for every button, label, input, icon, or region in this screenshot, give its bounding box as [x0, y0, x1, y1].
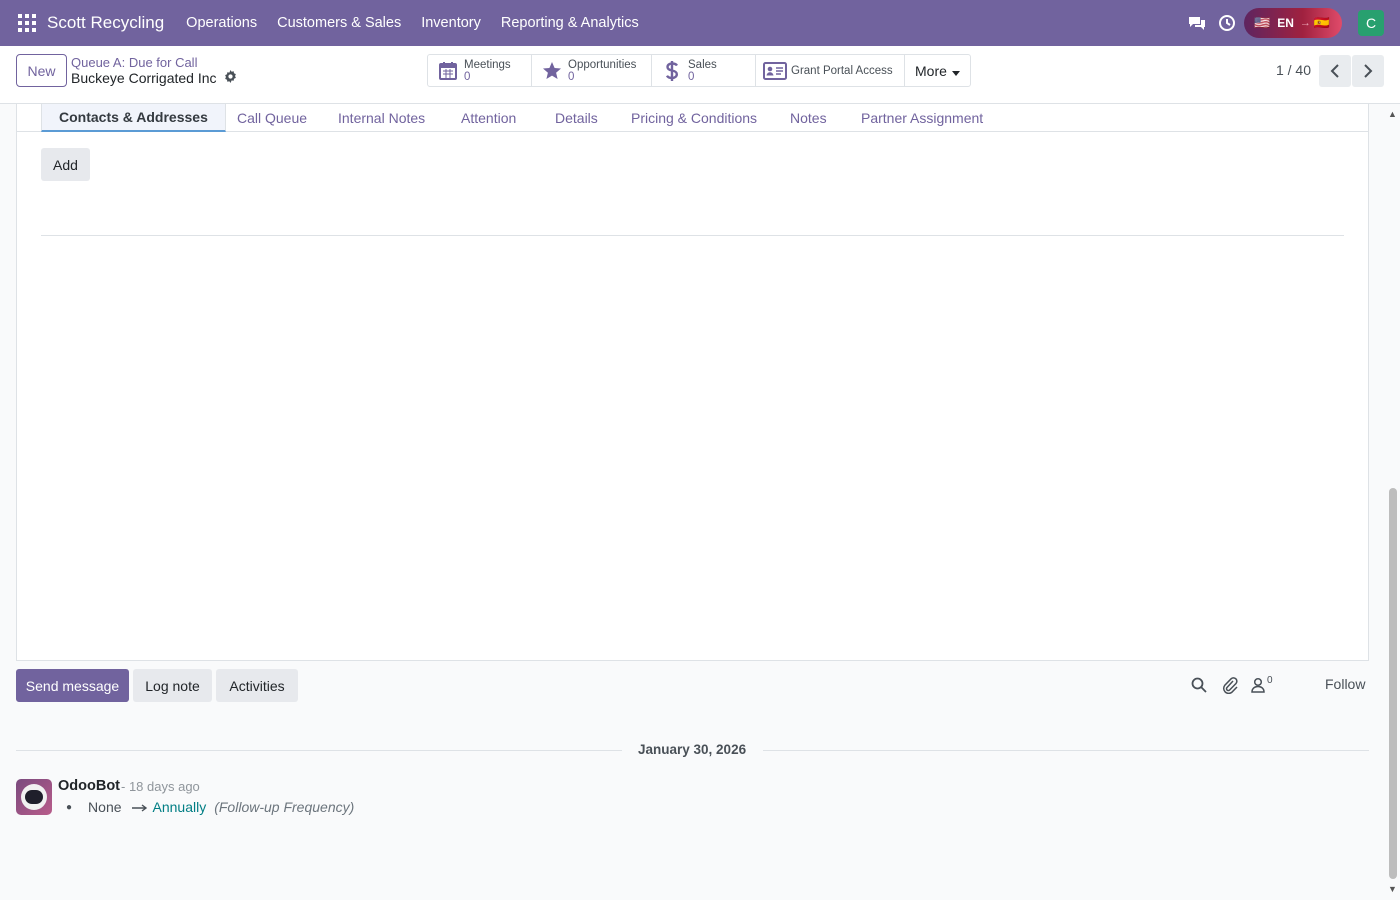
- language-switcher[interactable]: 🇺🇸 EN → 🇪🇸: [1244, 8, 1342, 38]
- sales-count: 0: [688, 70, 695, 83]
- form-sheet: Contacts & Addresses Call Queue Internal…: [16, 104, 1369, 661]
- follower-count: 0: [1267, 674, 1273, 686]
- sales-label: Sales: [688, 58, 717, 71]
- menu-customers-sales[interactable]: Customers & Sales: [267, 15, 411, 31]
- long-arrow-right-icon: [131, 799, 148, 815]
- record-name: Buckeye Corrigated Inc: [71, 70, 217, 86]
- id-card-icon: [763, 61, 787, 81]
- user-avatar[interactable]: C: [1358, 10, 1384, 36]
- menu-inventory[interactable]: Inventory: [411, 15, 491, 31]
- message-time: - 18 days ago: [121, 779, 200, 794]
- dollar-icon: [662, 60, 682, 81]
- meetings-count: 0: [464, 70, 471, 83]
- gear-icon[interactable]: [224, 70, 237, 86]
- new-button[interactable]: New: [16, 54, 67, 87]
- tab-pricing-conditions[interactable]: Pricing & Conditions: [631, 104, 757, 132]
- tab-internal-notes[interactable]: Internal Notes: [338, 104, 425, 132]
- send-message-button[interactable]: Send message: [16, 669, 129, 702]
- old-value: None: [88, 799, 122, 815]
- pager-next-button[interactable]: [1352, 55, 1384, 87]
- tracking-value: ● None Annually (Follow-up Frequency): [66, 799, 354, 815]
- smart-buttons: Meetings 0 Opportunities 0 Sales 0 Grant Po…: [427, 54, 971, 87]
- grant-portal-access-label: Grant Portal Access: [791, 64, 893, 77]
- chevron-right-icon: [1364, 64, 1373, 78]
- opportunities-smart-button[interactable]: Opportunities 0: [532, 55, 652, 86]
- notebook-tabs: Contacts & Addresses Call Queue Internal…: [17, 104, 1368, 132]
- opportunities-label: Opportunities: [568, 58, 637, 71]
- date-separator-left: [16, 750, 622, 751]
- sales-smart-button[interactable]: Sales 0: [652, 55, 756, 86]
- control-panel: New Queue A: Due for Call Buckeye Corrig…: [0, 46, 1400, 104]
- messaging-icon[interactable]: [1182, 0, 1212, 46]
- us-flag-icon: 🇺🇸: [1254, 15, 1271, 30]
- chevron-left-icon: [1330, 64, 1339, 78]
- new-value: Annually: [152, 799, 207, 815]
- top-navbar: Scott Recycling Operations Customers & S…: [0, 0, 1400, 46]
- tab-call-queue[interactable]: Call Queue: [237, 104, 307, 132]
- follow-button[interactable]: Follow: [1325, 676, 1365, 692]
- followers-button[interactable]: 0: [1251, 674, 1273, 696]
- pager-previous-button[interactable]: [1319, 55, 1351, 87]
- scrollbar-thumb[interactable]: [1389, 488, 1397, 879]
- user-icon: [1251, 677, 1265, 693]
- arrow-right-icon: →: [1299, 17, 1311, 29]
- tab-partner-assignment[interactable]: Partner Assignment: [861, 104, 983, 132]
- brand-name[interactable]: Scott Recycling: [47, 13, 164, 33]
- calendar-icon: [438, 61, 458, 81]
- paperclip-icon[interactable]: [1222, 674, 1238, 696]
- tab-attention[interactable]: Attention: [461, 104, 516, 132]
- more-label: More: [915, 62, 947, 79]
- date-separator-right: [763, 750, 1369, 751]
- menu-operations[interactable]: Operations: [176, 15, 267, 31]
- opportunities-count: 0: [568, 70, 575, 83]
- activities-button[interactable]: Activities: [216, 669, 298, 702]
- spain-flag-icon: 🇪🇸: [1313, 15, 1331, 30]
- tab-contacts-addresses[interactable]: Contacts & Addresses: [41, 104, 226, 132]
- meetings-label: Meetings: [464, 58, 511, 71]
- odoobot-avatar[interactable]: [16, 779, 52, 815]
- caret-down-icon: [951, 63, 960, 79]
- tab-details[interactable]: Details: [555, 104, 598, 132]
- message-author[interactable]: OdooBot: [58, 778, 120, 794]
- star-icon: [542, 61, 562, 81]
- search-icon[interactable]: [1191, 674, 1207, 696]
- apps-grid-icon[interactable]: [18, 14, 36, 32]
- grant-portal-access-button[interactable]: Grant Portal Access: [756, 55, 905, 86]
- language-code: EN: [1277, 16, 1294, 30]
- meetings-smart-button[interactable]: Meetings 0: [428, 55, 532, 86]
- breadcrumb-parent[interactable]: Queue A: Due for Call: [71, 55, 197, 70]
- bullet-icon: ●: [66, 801, 73, 813]
- date-separator: January 30, 2026: [638, 742, 747, 757]
- more-dropdown[interactable]: More: [905, 55, 970, 86]
- tracked-field-name: (Follow-up Frequency): [214, 799, 355, 815]
- breadcrumb-current: Buckeye Corrigated Inc: [71, 70, 237, 86]
- scroll-up-arrow-icon[interactable]: ▲: [1388, 109, 1397, 119]
- activity-clock-icon[interactable]: [1212, 0, 1242, 46]
- menu-reporting-analytics[interactable]: Reporting & Analytics: [491, 15, 649, 31]
- divider: [41, 235, 1344, 236]
- log-note-button[interactable]: Log note: [133, 669, 212, 702]
- add-contact-button[interactable]: Add: [41, 148, 90, 181]
- scroll-down-arrow-icon[interactable]: ▼: [1388, 884, 1397, 894]
- navbar-systray: 🇺🇸 EN → 🇪🇸 C: [1182, 0, 1400, 46]
- robot-face-icon: [21, 784, 47, 810]
- tab-notes[interactable]: Notes: [790, 104, 827, 132]
- pager-value[interactable]: 1 / 40: [1276, 62, 1311, 78]
